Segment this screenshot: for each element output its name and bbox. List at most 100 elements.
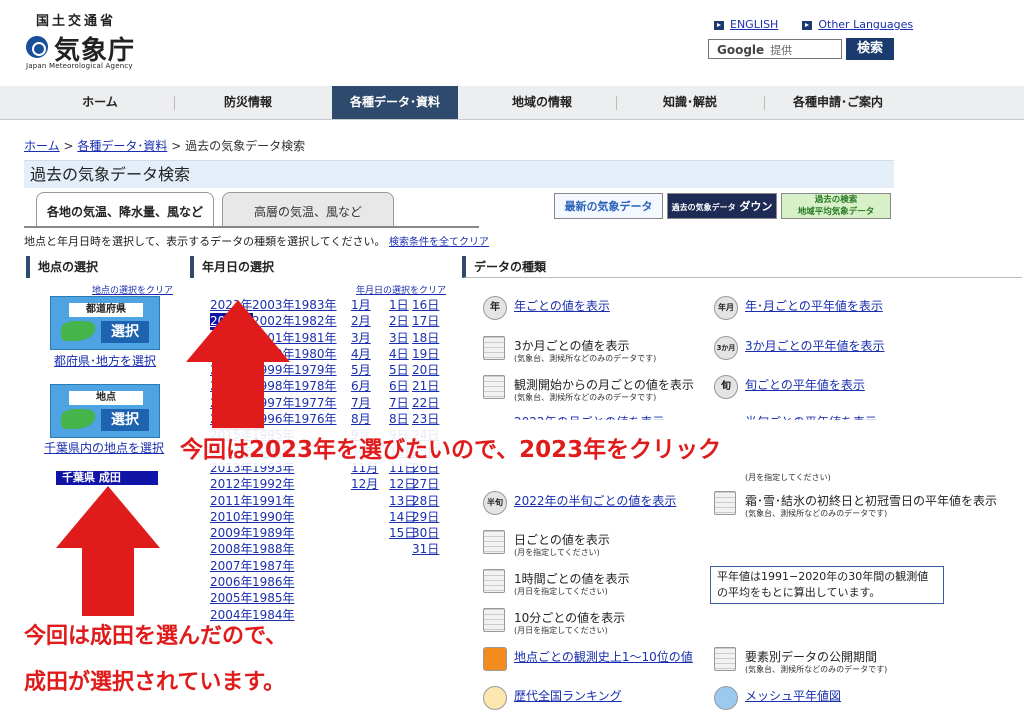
nav-disaster-info[interactable]: 防災情報: [174, 86, 322, 119]
table-icon: [714, 647, 736, 671]
year-option[interactable]: 2009年: [210, 525, 253, 541]
day-option[interactable]: 21日: [412, 378, 439, 394]
year-column-3: 1983年 1982年 1981年 1980年 1979年 1978年 1977年 1976年: [294, 297, 337, 427]
annotation-station-text-2: 成田が選択されています。: [24, 670, 286, 695]
jun-icon: 旬: [714, 375, 738, 399]
nav-applications[interactable]: 各種申請･ご案内: [764, 86, 912, 119]
day-option[interactable]: 19日: [412, 346, 439, 362]
regional-average-button[interactable]: 過去の検索 地域平均気象データ: [781, 193, 891, 219]
year-option[interactable]: 1978年: [294, 378, 337, 394]
month-option[interactable]: 7月: [351, 395, 378, 411]
search-button[interactable]: 検索: [846, 38, 894, 60]
day-option[interactable]: 31日: [412, 541, 439, 557]
table-icon: [483, 608, 505, 632]
day-option[interactable]: 22日: [412, 395, 439, 411]
year-option[interactable]: 1979年: [294, 362, 337, 378]
instruction-text: 地点と年月日時を選択して、表示するデータの種類を選択してください。 検索条件を全…: [24, 235, 489, 248]
month-option[interactable]: 3月: [351, 330, 378, 346]
breadcrumb-home[interactable]: ホーム: [24, 139, 60, 153]
month-option[interactable]: 12月: [351, 476, 378, 492]
day-option[interactable]: 30日: [412, 525, 439, 541]
day-option[interactable]: 23日: [412, 411, 439, 427]
year-month-icon: 年月: [714, 296, 738, 320]
year-option[interactable]: 2006年: [210, 574, 253, 590]
ranking-icon: [483, 686, 507, 710]
page-title: 過去の気象データ検索: [24, 160, 894, 188]
month-option[interactable]: 6月: [351, 378, 378, 394]
point-select-tile[interactable]: 地点 選択: [50, 384, 160, 438]
clear-station-link[interactable]: 地点の選択をクリア: [92, 283, 173, 296]
year-option[interactable]: 2007年: [210, 558, 253, 574]
ministry-name: 国土交通省: [36, 14, 117, 29]
latest-data-button[interactable]: 最新の気象データ: [554, 193, 663, 219]
day-option[interactable]: 28日: [412, 493, 439, 509]
download-button[interactable]: 過去の気象データ ダウンロード: [667, 193, 777, 240]
data-type-half-jun-normals-partial[interactable]: 半旬ごとの平年値を表示: [745, 413, 877, 420]
map-icon: [61, 321, 95, 341]
year-option[interactable]: 2005年: [210, 590, 253, 606]
year-icon: 年: [483, 296, 507, 320]
jma-logo-icon[interactable]: [26, 36, 48, 58]
nav-home[interactable]: ホーム: [26, 86, 174, 119]
year-option[interactable]: 1982年: [294, 313, 337, 329]
day-option[interactable]: 17日: [412, 313, 439, 329]
tab-upper-air[interactable]: 高層の気温、風など: [222, 192, 394, 227]
nav-data[interactable]: 各種データ･資料: [332, 86, 458, 119]
year-option[interactable]: 1977年: [294, 395, 337, 411]
table-icon: [483, 336, 505, 360]
play-icon: [714, 20, 724, 30]
agency-name-en: Japan Meteorological Agency: [26, 62, 133, 70]
day-option[interactable]: 16日: [412, 297, 439, 313]
nav-regional[interactable]: 地域の情報: [468, 86, 616, 119]
month-option[interactable]: 2月: [351, 313, 378, 329]
year-option[interactable]: 1983年: [294, 297, 337, 313]
day-option[interactable]: 18日: [412, 330, 439, 346]
clear-date-link[interactable]: 年月日の選択をクリア: [356, 283, 446, 296]
section-station: 地点の選択: [26, 256, 178, 278]
year-option[interactable]: 1986年: [252, 574, 295, 590]
other-languages-link[interactable]: Other Languages: [802, 18, 913, 31]
year-option[interactable]: 2008年: [210, 541, 253, 557]
year-option[interactable]: 1985年: [252, 590, 295, 606]
clear-all-link[interactable]: 検索条件を全てクリア: [389, 237, 489, 248]
month-option[interactable]: 5月: [351, 362, 378, 378]
year-option[interactable]: 1976年: [294, 411, 337, 427]
breadcrumb: ホーム > 各種データ･資料 > 過去の気象データ検索: [24, 139, 306, 153]
prefecture-select-tile[interactable]: 都道府県 選択: [50, 296, 160, 350]
year-option[interactable]: 2012年: [210, 476, 253, 492]
search-input[interactable]: Google 提供: [708, 39, 842, 59]
play-icon: [802, 20, 813, 30]
half-jun-icon: 半旬: [483, 491, 507, 515]
year-option[interactable]: 1980年: [294, 346, 337, 362]
tab-surface[interactable]: 各地の気温、降水量、風など: [36, 192, 214, 227]
month-option[interactable]: 8月: [351, 411, 378, 427]
year-option[interactable]: 2011年: [210, 493, 253, 509]
breadcrumb-data[interactable]: 各種データ･資料: [77, 139, 167, 153]
year-option[interactable]: 1981年: [294, 330, 337, 346]
year-option[interactable]: 1987年: [252, 558, 295, 574]
year-option[interactable]: 1989年: [252, 525, 295, 541]
prefecture-select-link[interactable]: 都府県･地方を選択: [54, 352, 156, 369]
tab-underline: [24, 226, 479, 228]
month-option[interactable]: 1月: [351, 297, 378, 313]
year-option[interactable]: 2010年: [210, 509, 253, 525]
day-option[interactable]: 27日: [412, 476, 439, 492]
year-option[interactable]: 1991年: [252, 493, 295, 509]
table-icon: [714, 491, 736, 515]
month-option[interactable]: 4月: [351, 346, 378, 362]
year-option[interactable]: 1990年: [252, 509, 295, 525]
year-option[interactable]: 1992年: [252, 476, 295, 492]
site-header: 国土交通省 気象庁 Japan Meteorological Agency EN…: [0, 0, 1024, 88]
year-option[interactable]: 1988年: [252, 541, 295, 557]
three-month-icon: 3か月: [714, 336, 738, 360]
english-link[interactable]: ENGLISH: [714, 18, 778, 31]
section-data-type: データの種類: [462, 256, 1022, 278]
nav-knowledge[interactable]: 知識･解説: [616, 86, 764, 119]
section-date: 年月日の選択: [190, 256, 444, 278]
selected-station: 千葉県 成田: [56, 471, 158, 485]
point-select-link[interactable]: 千葉県内の地点を選択: [44, 439, 164, 456]
day-option[interactable]: 29日: [412, 509, 439, 525]
language-links: ENGLISH Other Languages: [714, 18, 913, 31]
map-icon: [61, 409, 95, 429]
day-option[interactable]: 20日: [412, 362, 439, 378]
